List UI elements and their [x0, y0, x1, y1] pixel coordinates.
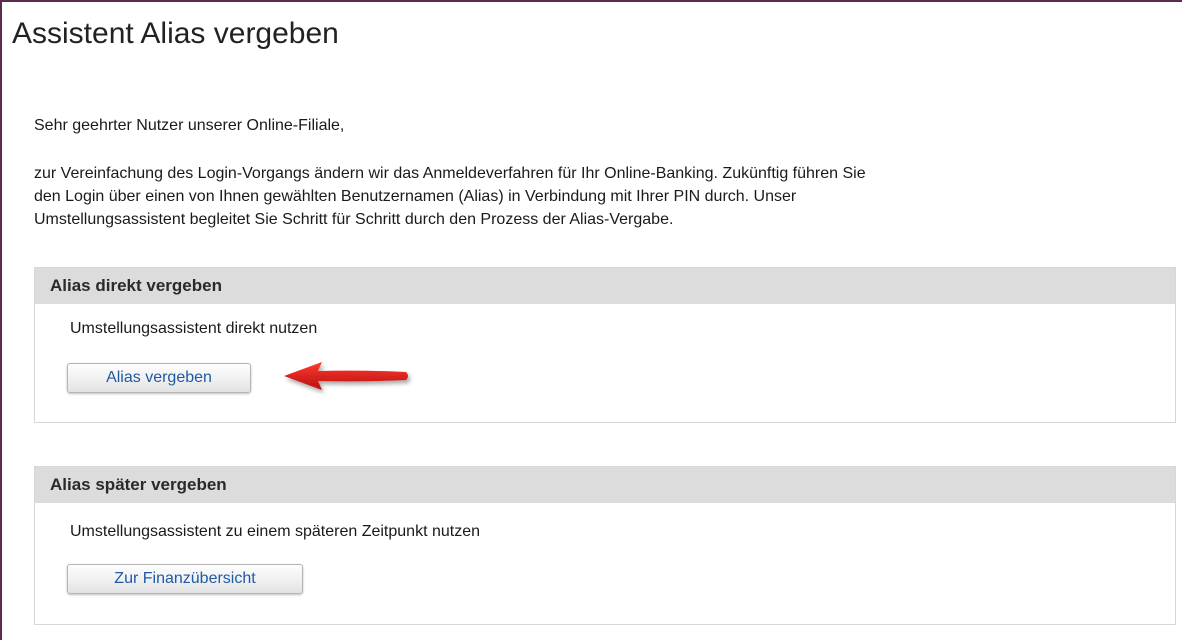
- panel-description: Umstellungsassistent direkt nutzen: [70, 320, 318, 337]
- page-title: Assistent Alias vergeben: [12, 17, 339, 50]
- panel-heading: Alias direkt vergeben: [35, 268, 1175, 304]
- intro-line: zur Vereinfachung des Login-Vorgangs änd…: [34, 165, 866, 182]
- intro-line: Umstellungsassistent begleitet Sie Schri…: [34, 211, 674, 228]
- intro-line: den Login über einen von Ihnen gewählten…: [34, 188, 797, 205]
- greeting-text: Sehr geehrter Nutzer unserer Online-Fili…: [34, 117, 345, 134]
- panel-alias-later: Alias später vergeben Umstellungsassiste…: [34, 466, 1176, 625]
- panel-alias-direct: Alias direkt vergeben Umstellungsassiste…: [34, 267, 1176, 423]
- panel-description: Umstellungsassistent zu einem späteren Z…: [70, 523, 480, 540]
- red-arrow-left-icon: [284, 362, 408, 390]
- panel-heading: Alias später vergeben: [35, 467, 1175, 503]
- zur-finanzuebersicht-button[interactable]: Zur Finanzübersicht: [67, 564, 303, 594]
- intro-paragraph: zur Vereinfachung des Login-Vorgangs änd…: [34, 162, 1182, 231]
- alias-vergeben-button[interactable]: Alias vergeben: [67, 363, 251, 393]
